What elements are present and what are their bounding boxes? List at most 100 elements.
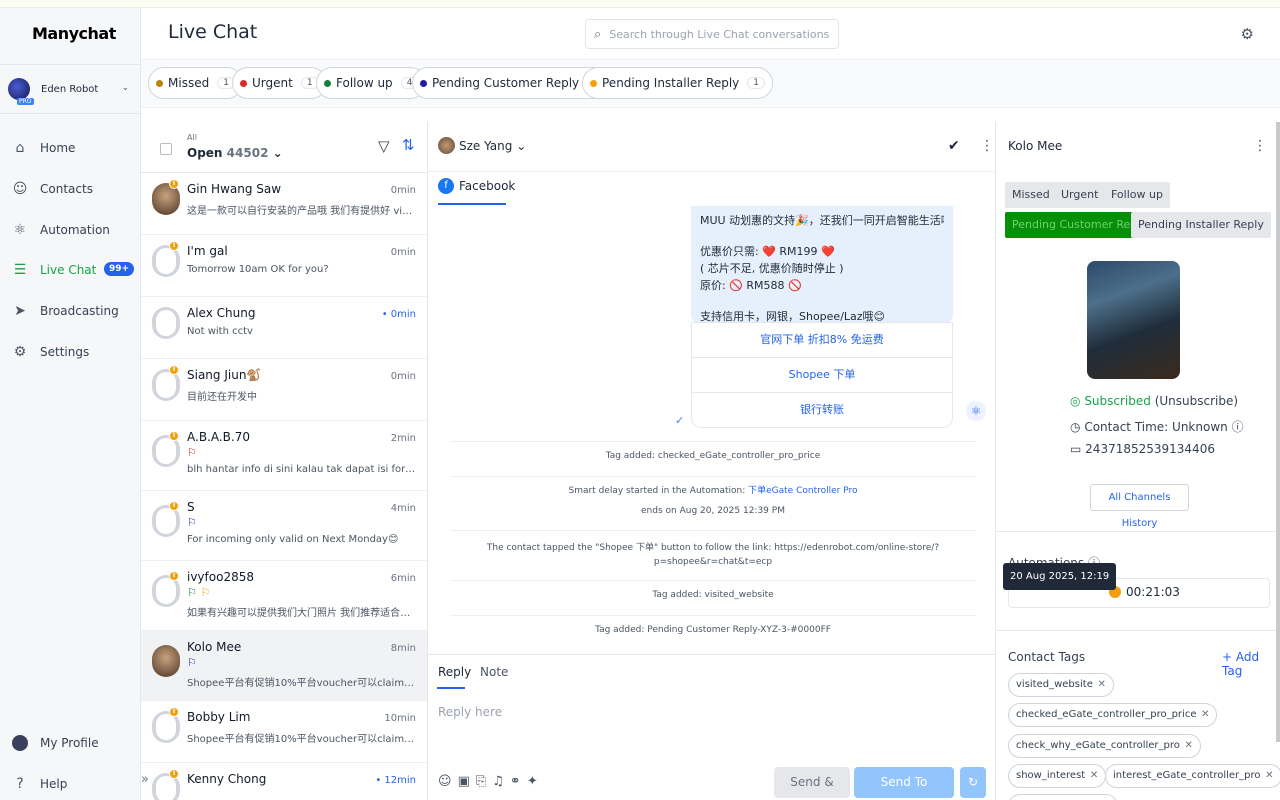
microphone-icon[interactable]: ♫ bbox=[492, 774, 510, 789]
status-tag-missed[interactable]: Missed bbox=[1005, 182, 1057, 208]
flow-icon[interactable]: ⚭ bbox=[510, 774, 527, 789]
automation-link[interactable]: 下单eGate Controller Pro bbox=[748, 486, 857, 496]
sort-icon[interactable]: ⇅ bbox=[402, 136, 415, 154]
channel-badge: Ⅱ bbox=[169, 707, 179, 717]
list-item[interactable]: Alex Chung • 0min Not with cctv bbox=[141, 297, 427, 359]
reply-input[interactable]: Reply here bbox=[438, 705, 502, 719]
attachment-icon[interactable]: ⎘ bbox=[476, 774, 492, 789]
filter-label: Urgent bbox=[252, 76, 293, 90]
filter-pending-installer-reply[interactable]: Pending Installer Reply 1 bbox=[582, 67, 774, 99]
automation-flow-icon[interactable]: ⚛ bbox=[966, 401, 986, 421]
contact-tag[interactable]: interest_eGate_controller_pro ✕ bbox=[1105, 764, 1280, 788]
contact-tag[interactable]: show_interest ✕ bbox=[1008, 764, 1107, 788]
tab-reply[interactable]: Reply bbox=[438, 665, 471, 679]
remove-tag-icon[interactable]: ✕ bbox=[1201, 704, 1209, 726]
remove-tag-icon[interactable]: ✕ bbox=[1090, 765, 1098, 787]
select-all-checkbox[interactable] bbox=[160, 143, 172, 155]
list-item[interactable]: Ⅱ S 4min ⚐ For incoming only valid on Ne… bbox=[141, 491, 427, 561]
active-tab-indicator bbox=[437, 687, 465, 689]
all-channels-history-button[interactable]: All Channels History bbox=[1090, 484, 1189, 529]
filter-urgent[interactable]: Urgent 1 bbox=[232, 67, 327, 99]
list-item[interactable]: Ⅱ A.B.A.B.70 2min ⚐ blh hantar info di s… bbox=[141, 421, 427, 491]
nav-broadcasting[interactable]: ➤ Broadcasting bbox=[0, 294, 141, 328]
filter-label: Pending Installer Reply bbox=[602, 76, 740, 90]
nav-contacts[interactable]: ☺ Contacts bbox=[0, 172, 141, 206]
search-input[interactable]: ⌕ Search through Live Chat conversations bbox=[585, 19, 839, 49]
open-count: 44502 bbox=[226, 146, 269, 160]
conversation-time: 2min bbox=[390, 433, 416, 444]
ai-icon[interactable]: ✦ bbox=[527, 774, 544, 789]
contact-name: S bbox=[187, 500, 195, 514]
status-dropdown[interactable]: Open 44502 ⌄ bbox=[187, 146, 283, 160]
remove-tag-icon[interactable]: ✕ bbox=[1265, 765, 1273, 787]
add-tag-button[interactable]: + Add Tag bbox=[1222, 650, 1280, 678]
image-icon[interactable]: ▣ bbox=[458, 774, 476, 789]
filter-icon[interactable]: ▽ bbox=[378, 137, 390, 155]
nav-automation[interactable]: ⚛ Automation bbox=[0, 213, 141, 247]
nav-settings[interactable]: ⚙ Settings bbox=[0, 335, 141, 369]
contact-tag[interactable]: visited_website ✕ bbox=[1008, 673, 1114, 697]
nav-home[interactable]: ⌂ Home bbox=[0, 131, 141, 165]
status-tag-urgent[interactable]: Urgent bbox=[1054, 182, 1106, 208]
account-name: Eden Robot bbox=[41, 83, 99, 95]
channel-tab-facebook[interactable]: f Facebook bbox=[438, 178, 515, 194]
send-options-icon[interactable]: ↻ bbox=[960, 767, 986, 798]
status-dot bbox=[156, 79, 163, 87]
list-item[interactable]: Ⅱ Bobby Lim 10min Shopee平台有促销10%平台vouche… bbox=[141, 701, 427, 763]
unsubscribe-link[interactable]: (Unsubscribe) bbox=[1155, 394, 1238, 408]
status-tag-pending-installer-reply[interactable]: Pending Installer Reply bbox=[1131, 212, 1271, 238]
reply-composer: Reply Note Reply here ☺▣⎘♫⚭✦ Send & Clos… bbox=[428, 654, 996, 800]
list-item[interactable]: Ⅱ Gin Hwang Saw 0min 这是一款可以自行安装的产品哦 我们有提… bbox=[141, 173, 427, 235]
nav-my-profile[interactable]: My Profile bbox=[0, 726, 141, 760]
more-options-icon[interactable]: ⋮ bbox=[980, 138, 994, 154]
last-message: Shopee平台有促销10%平台voucher可以claim，不要错... bbox=[187, 734, 417, 745]
contact-tag[interactable]: checked_eGate_controller_pro_price ✕ bbox=[1008, 703, 1218, 727]
list-item[interactable]: Ⅱ ivyfoo2858 6min ⚐ ⚐ 如果有兴趣可以提供我们大门照片 我们… bbox=[141, 561, 427, 631]
more-options-icon[interactable]: ⋮ bbox=[1253, 138, 1267, 154]
conversation-time: • 0min bbox=[381, 309, 416, 320]
account-switcher[interactable]: PRO Eden Robot ⌄ bbox=[0, 64, 141, 114]
quick-reply-button[interactable]: 银行转账 bbox=[692, 392, 952, 427]
filter-follow-up[interactable]: Follow up 4 bbox=[316, 67, 427, 99]
emoji-icon[interactable]: ☺ bbox=[438, 774, 458, 789]
list-item[interactable]: Ⅱ Kenny Chong • 12min bbox=[141, 763, 427, 800]
chat-panel: Sze Yang ⌄ ✔ ⋮ f Facebook MUU 动划惠的文持🎉，还我们… bbox=[428, 122, 996, 800]
contact-tag[interactable]: check_why_eGate_controller_pro ✕ bbox=[1008, 734, 1201, 758]
remove-tag-icon[interactable]: ✕ bbox=[1097, 674, 1105, 696]
nav-help[interactable]: ? Help bbox=[0, 767, 141, 800]
bot-message-bubble: MUU 动划惠的文持🎉，还我们一同开启智能生活吧 😊 优惠价只需: ❤️ RM1… bbox=[691, 206, 953, 323]
list-item[interactable]: Ⅱ I'm gal 0min Tomorrow 10am OK for you? bbox=[141, 235, 427, 297]
home-icon: ⌂ bbox=[15, 140, 25, 156]
tab-note[interactable]: Note bbox=[480, 665, 508, 679]
chevron-down-icon: ⌄ bbox=[516, 139, 527, 153]
filter-missed[interactable]: Missed 1 bbox=[148, 67, 243, 99]
assignee-dropdown[interactable]: Sze Yang ⌄ bbox=[459, 139, 526, 153]
help-icon: ⓘ bbox=[1231, 420, 1244, 434]
send-to-facebook-button[interactable]: Send To Facebook bbox=[854, 767, 954, 798]
profile-scrollbar[interactable] bbox=[1276, 122, 1280, 742]
status-tag-follow-up[interactable]: Follow up bbox=[1104, 182, 1170, 208]
contact-tag[interactable] bbox=[1008, 794, 1118, 800]
quick-reply-button[interactable]: 官网下单 折扣8% 免运费 bbox=[692, 322, 952, 357]
status-label: Open bbox=[187, 146, 223, 160]
list-item-selected[interactable]: Kolo Mee 8min ⚐ Shopee平台有促销10%平台voucher可… bbox=[141, 631, 427, 701]
send-and-close-button[interactable]: Send & Close bbox=[774, 767, 850, 798]
conversation-time: 6min bbox=[390, 573, 416, 584]
timer-value: 00:21:03 bbox=[1126, 585, 1180, 599]
list-item[interactable]: Ⅱ Siang Jiun🐒 0min 目前还在开发中 bbox=[141, 359, 427, 421]
contact-name: Siang Jiun🐒 bbox=[187, 368, 262, 382]
settings-gear-icon[interactable]: ⚙ bbox=[1241, 25, 1254, 43]
conversation-time: 0min bbox=[390, 247, 416, 258]
collapse-sidebar-icon[interactable]: » bbox=[141, 772, 149, 787]
remove-tag-icon[interactable]: ✕ bbox=[1185, 735, 1193, 757]
list-header: All Open 44502 ⌄ ▽ ⇅ bbox=[141, 122, 427, 173]
mark-done-icon[interactable]: ✔ bbox=[948, 138, 960, 154]
nav-live-chat[interactable]: ☰ Live Chat 99+ bbox=[0, 253, 141, 287]
contact-tags-heading: Contact Tags bbox=[1008, 650, 1086, 664]
nav-help-label: Help bbox=[40, 777, 68, 791]
channel-badge: Ⅱ bbox=[169, 769, 179, 779]
quick-reply-button[interactable]: Shopee 下单 bbox=[692, 357, 952, 392]
message-line: ( 芯片不足, 优惠价随时停止 ) bbox=[700, 262, 844, 275]
pro-badge: PRO bbox=[17, 98, 34, 105]
tag-label: show_interest bbox=[1016, 770, 1086, 781]
